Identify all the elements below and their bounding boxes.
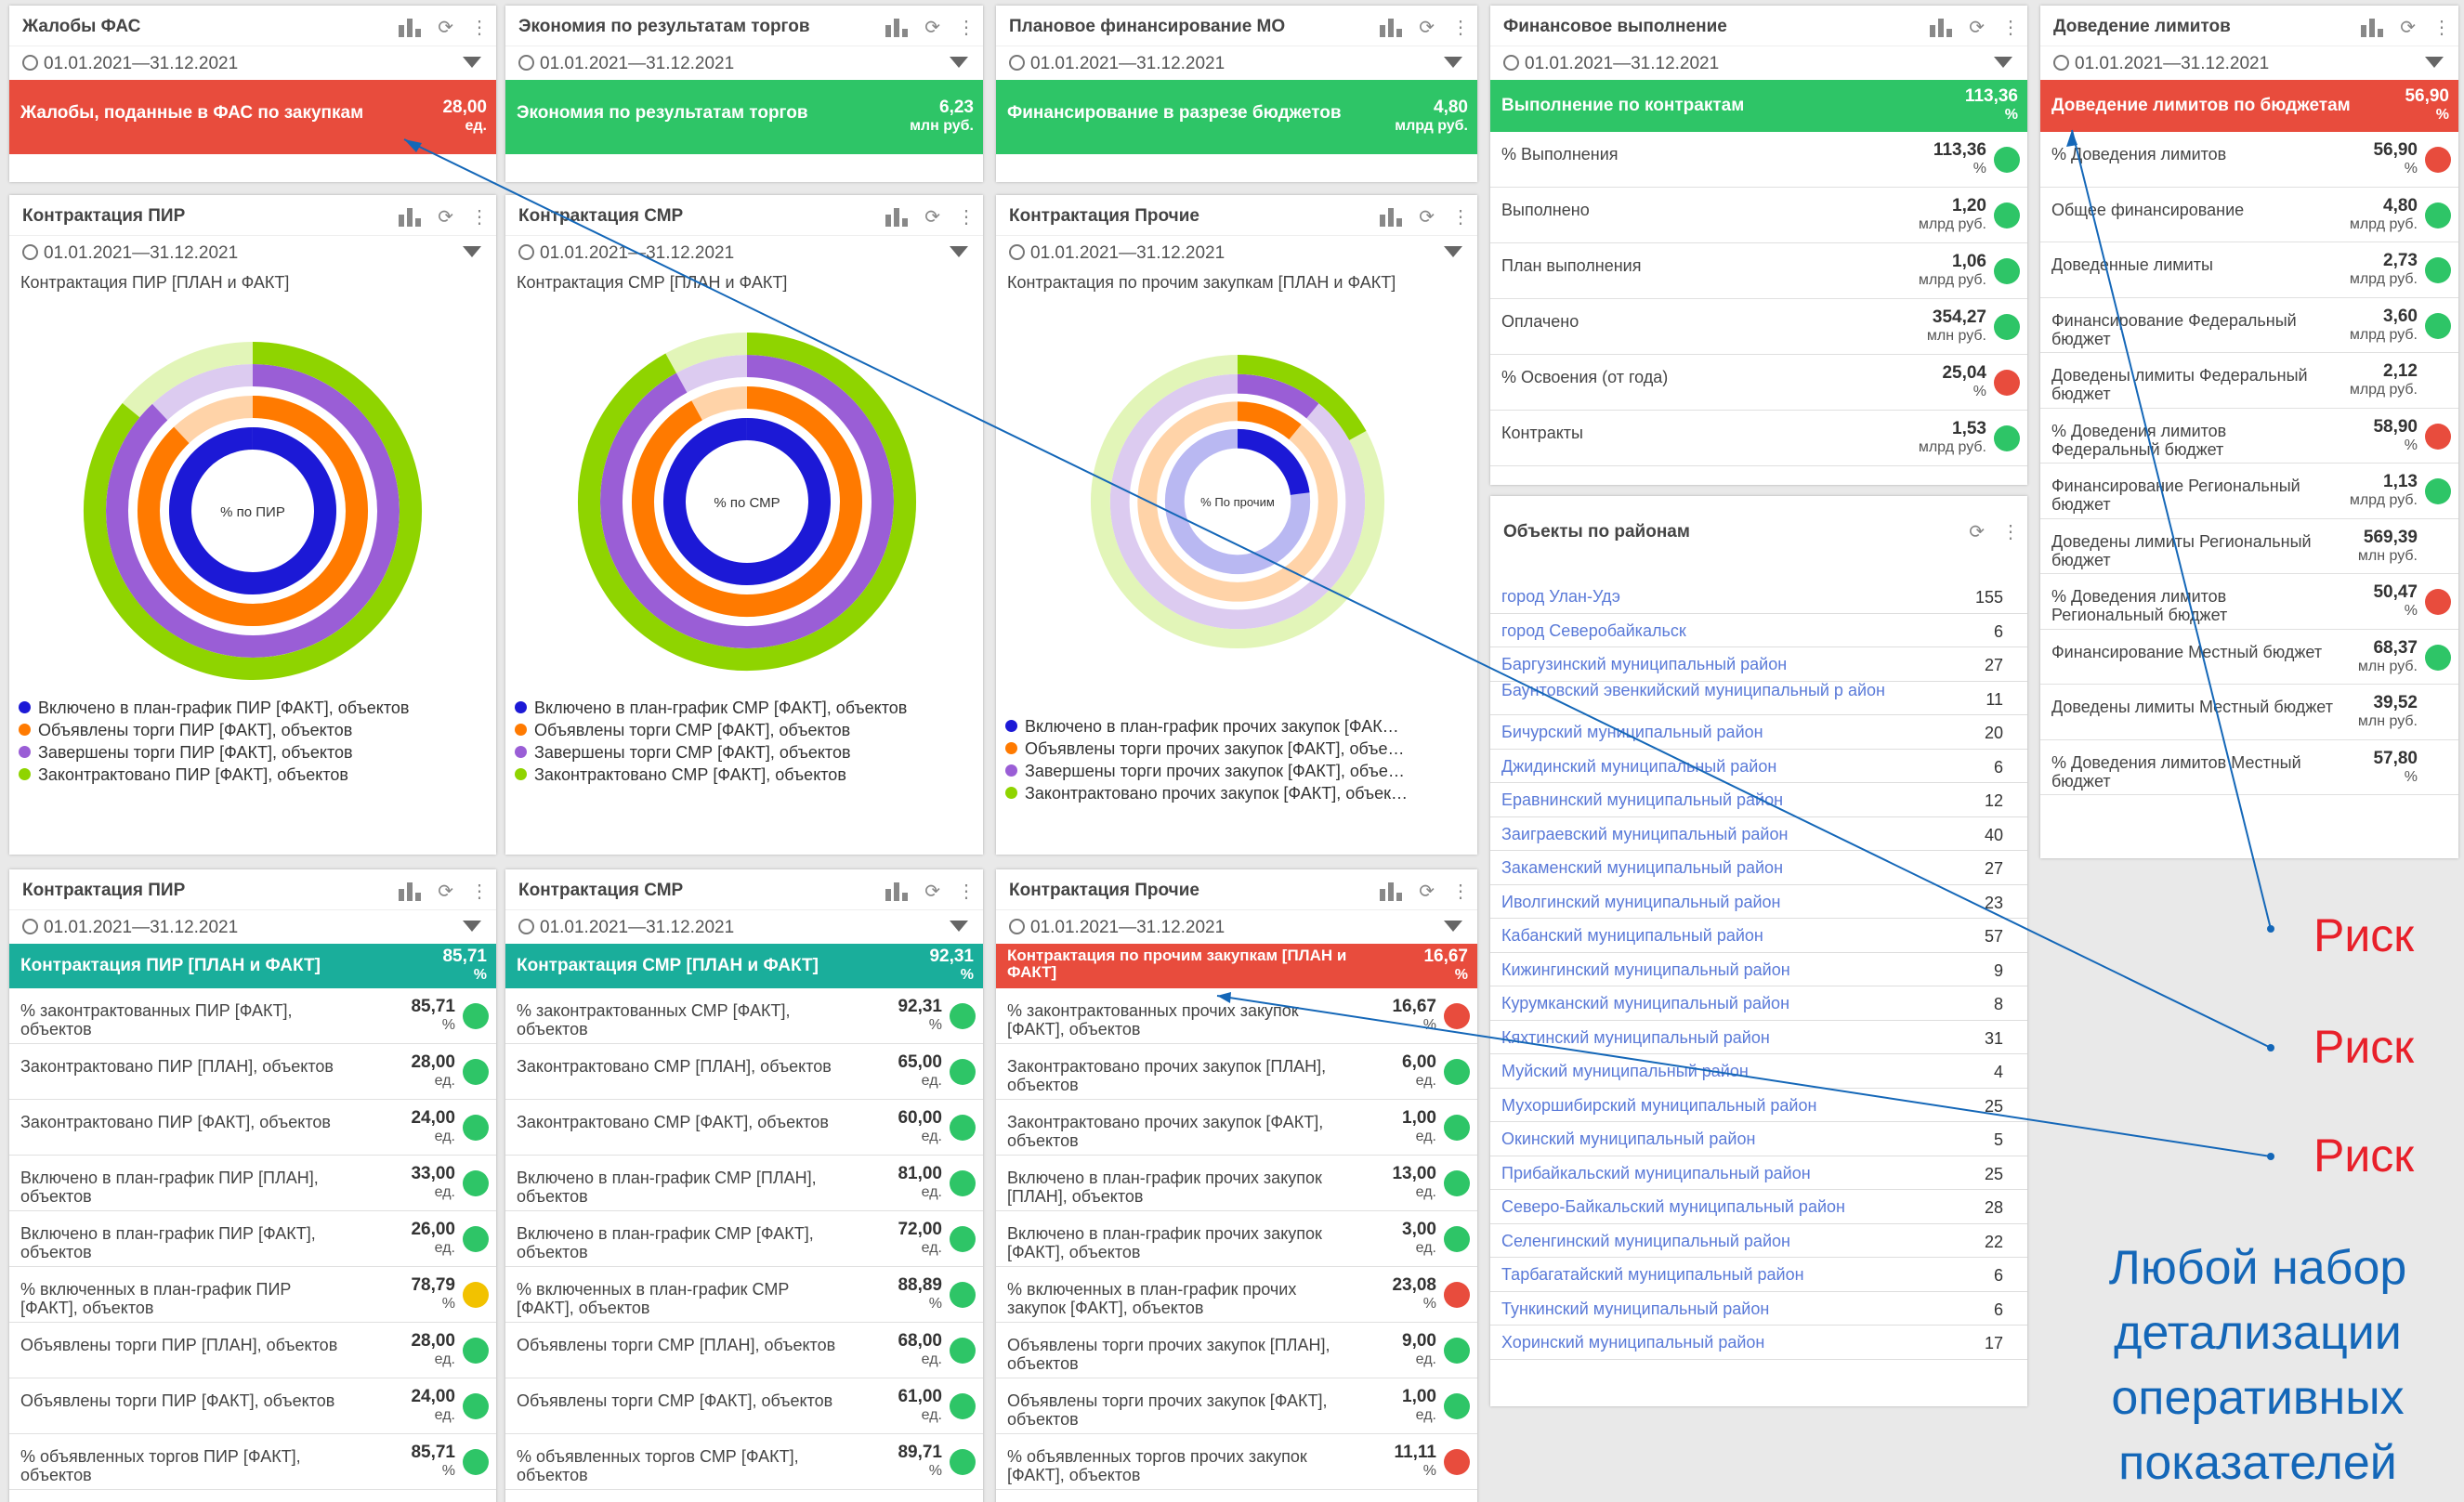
risk-arrow-2 <box>403 138 2272 1049</box>
arrowhead <box>404 139 422 152</box>
caption-line-2: детализации <box>2114 1306 2402 1360</box>
risk-arrow-1 <box>2071 129 2272 930</box>
anchor-dot <box>2267 1153 2274 1160</box>
arrowhead <box>1217 992 1231 1003</box>
caption: Любой набор детализации оперативных пока… <box>2063 1235 2453 1495</box>
anchor-dot <box>2267 925 2274 933</box>
arrowhead <box>2066 130 2077 147</box>
risk-arrow-3 <box>1216 995 2272 1157</box>
caption-line-1: Любой набор <box>2108 1241 2407 1295</box>
dashboard: Жалобы ФАС ⟳ ⋮ 01.01.2021—31.12.2021 Жало… <box>0 0 2464 1502</box>
anchor-dot <box>2267 1044 2274 1051</box>
risk-label-1: Риск <box>2313 909 2415 961</box>
risk-label-2: Риск <box>2313 1021 2415 1073</box>
caption-line-3: оперативных <box>2111 1371 2405 1425</box>
caption-line-4: показателей <box>2118 1436 2397 1490</box>
risk-label-3: Риск <box>2313 1130 2415 1182</box>
